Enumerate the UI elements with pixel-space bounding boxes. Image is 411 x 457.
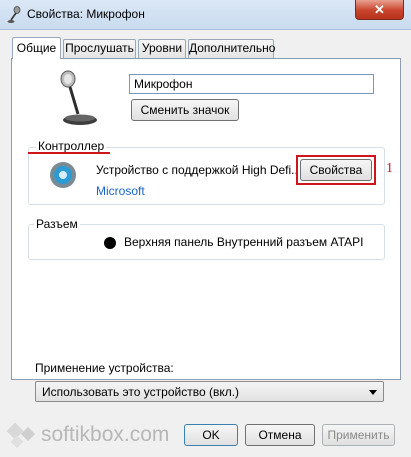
change-icon-button[interactable]: Сменить значок bbox=[131, 99, 239, 121]
apply-button[interactable]: Применить bbox=[322, 424, 395, 446]
microphone-device-icon bbox=[60, 70, 97, 125]
window-title: Свойства: Микрофон bbox=[27, 7, 145, 21]
speaker-device-icon bbox=[50, 162, 76, 188]
usage-select[interactable]: Использовать это устройство (вкл.) bbox=[35, 381, 384, 402]
manufacturer-link[interactable]: Microsoft bbox=[96, 184, 145, 198]
jack-color-icon bbox=[104, 237, 116, 249]
ok-button[interactable]: OK bbox=[184, 424, 238, 446]
tab-listen[interactable]: Прослушать bbox=[63, 39, 136, 58]
chevron-down-icon bbox=[369, 390, 377, 395]
microphone-icon bbox=[7, 6, 21, 23]
controller-device-text: Устройство с поддержкой High Defi... bbox=[96, 163, 296, 177]
red-box-annotation bbox=[296, 155, 376, 185]
controller-legend: Контроллер bbox=[36, 139, 107, 153]
device-name-input[interactable] bbox=[129, 74, 374, 94]
tab-levels[interactable]: Уровни bbox=[138, 39, 186, 58]
annotation-marker: 1 bbox=[386, 161, 393, 176]
jack-legend: Разъем bbox=[34, 217, 80, 231]
close-button[interactable]: ✕ bbox=[355, 0, 404, 20]
usage-label: Применение устройства: bbox=[35, 361, 174, 375]
tab-advanced[interactable]: Дополнительно bbox=[188, 39, 275, 58]
tab-general[interactable]: Общие bbox=[12, 37, 61, 59]
cancel-button[interactable]: Отмена bbox=[245, 424, 315, 446]
jack-description: Верхняя панель Внутренний разъем ATAPI bbox=[124, 235, 364, 249]
usage-selected-value: Использовать это устройство (вкл.) bbox=[42, 385, 240, 399]
watermark-text: softikbox.com bbox=[41, 423, 170, 446]
red-underline-annotation bbox=[28, 152, 110, 154]
